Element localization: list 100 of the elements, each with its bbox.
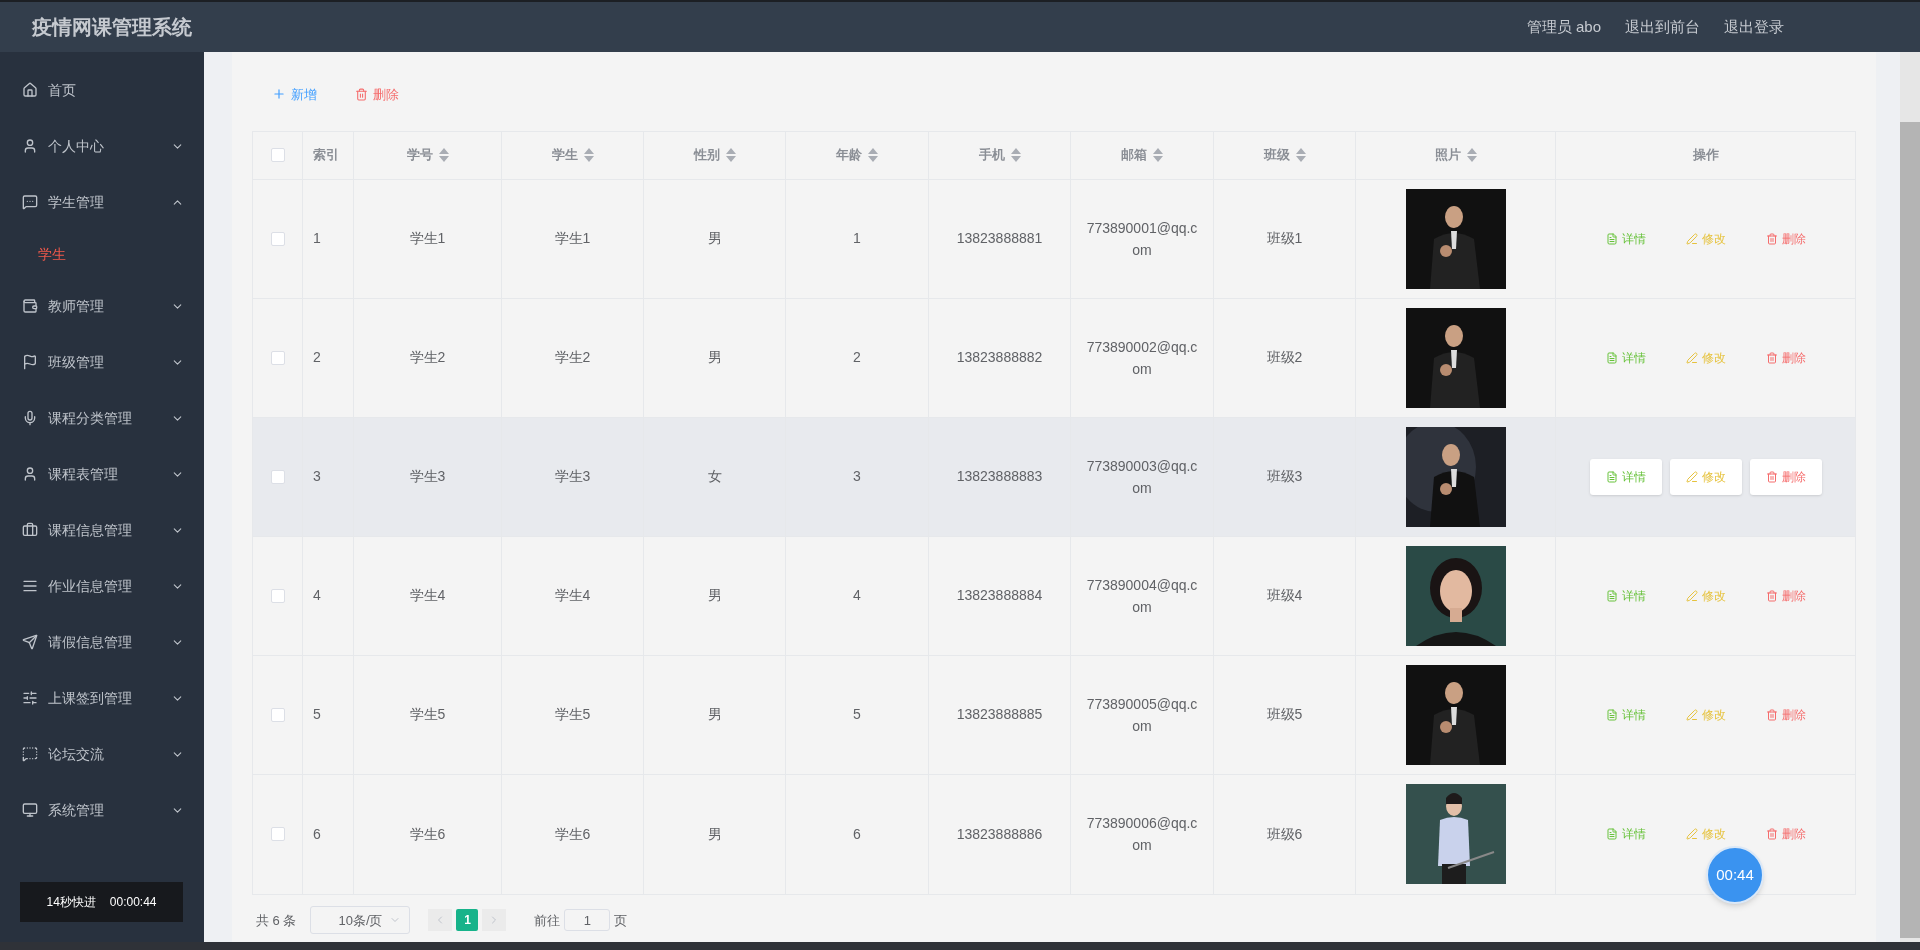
table-cell-text: 3 (313, 467, 321, 487)
trash-icon (355, 87, 368, 101)
checkbox[interactable] (270, 148, 285, 163)
menu-item[interactable]: 课程表管理 (0, 446, 204, 502)
sort-icon[interactable] (1466, 148, 1477, 163)
sort-icon[interactable] (1153, 148, 1163, 163)
trash-icon (1765, 708, 1778, 721)
menu-item[interactable]: 论坛交流 (0, 726, 204, 782)
column-header: 学生 (551, 146, 578, 165)
menu-item[interactable]: 个人中心 (0, 118, 204, 174)
pen-icon (1685, 589, 1698, 602)
checkbox[interactable] (270, 350, 285, 365)
table-cell-text: 学生4 (409, 586, 446, 606)
document-icon (1605, 828, 1618, 841)
document-icon (1605, 589, 1618, 602)
checkbox[interactable] (270, 707, 285, 722)
table-cell-text: 学生5 (554, 705, 591, 725)
trash-icon (1765, 589, 1778, 602)
menu-item[interactable]: 课程信息管理 (0, 502, 204, 558)
pen-icon (1685, 828, 1698, 841)
recorder-time: 00:00:44 (109, 894, 157, 911)
menu-item[interactable]: 系统管理 (0, 782, 204, 838)
table-row[interactable]: 5 学生5 学生5 男 5 13823888885 773890005@qq.com 班级5 详情 修改 删除 (253, 655, 1855, 775)
column-header: 索引 (313, 146, 339, 165)
table-cell-text: 5 (313, 705, 321, 725)
sliders-icon (22, 690, 38, 706)
sort-icon[interactable] (1295, 148, 1306, 163)
fast-forward-label: 14秒快进 (46, 894, 96, 911)
table-cell-text: 13823888882 (956, 348, 1043, 368)
header-link[interactable]: 退出到前台 (1625, 15, 1700, 39)
table-cell-text: 男 (707, 705, 722, 725)
table-cell-text: 2 (313, 348, 321, 368)
table-row[interactable]: 4 学生4 学生4 男 4 13823888884 773890004@qq.com 班级4 详情 修改 删除 (253, 536, 1855, 656)
wallet-icon (22, 298, 38, 314)
prev-page-button[interactable] (428, 909, 453, 932)
header-link[interactable]: 退出登录 (1724, 15, 1784, 39)
microphone-icon (22, 410, 38, 426)
column-header: 邮箱 (1121, 146, 1147, 165)
user-icon (22, 138, 38, 154)
sort-icon[interactable] (1010, 148, 1021, 163)
sort-icon[interactable] (438, 148, 449, 163)
pen-icon (1685, 351, 1698, 364)
goto-page-field[interactable]: 1 (564, 909, 611, 932)
menu-item[interactable]: 作业信息管理 (0, 558, 204, 614)
document-icon (1605, 232, 1618, 245)
monitor-icon (22, 802, 38, 818)
table-cell-text: 773890002@qq.com (1086, 337, 1198, 379)
table-cell-text: 班级2 (1266, 348, 1303, 368)
plus-icon (272, 87, 286, 102)
admin-user-link[interactable]: 管理员 abo (1526, 15, 1601, 39)
table-cell-text: 5 (853, 705, 861, 725)
table-cell-text: 学生6 (409, 824, 446, 844)
scrollbar-thumb[interactable] (1900, 122, 1920, 938)
table-cell-text: 班级3 (1266, 467, 1303, 487)
checkbox[interactable] (270, 231, 285, 246)
menu-item[interactable]: 首页 (0, 62, 204, 118)
table-cell-text: 学生2 (554, 348, 591, 368)
table-cell-text: 773890001@qq.com (1086, 218, 1198, 260)
sort-icon[interactable] (725, 148, 736, 163)
table-cell-text: 4 (313, 586, 321, 606)
table-cell-text: 773890005@qq.com (1086, 694, 1198, 736)
table-cell-text: 1 (313, 229, 321, 249)
trash-icon (1765, 232, 1778, 245)
menu-item[interactable]: 课程分类管理 (0, 390, 204, 446)
table-cell-text: 13823888883 (956, 467, 1043, 487)
send-icon (22, 634, 38, 650)
document-icon (1605, 708, 1618, 721)
total-count: 共 6 条 (256, 911, 297, 930)
table-cell-text: 6 (853, 824, 861, 844)
menu-item[interactable]: 教师管理 (0, 278, 204, 334)
checkbox[interactable] (270, 827, 285, 842)
column-header: 班级 (1263, 146, 1290, 165)
checkbox[interactable] (270, 588, 285, 603)
sort-icon[interactable] (868, 148, 878, 163)
table-cell-text: 3 (853, 467, 861, 487)
menu-item[interactable]: 学生管理 (0, 174, 204, 230)
menu-item[interactable]: 上课签到管理 (0, 670, 204, 726)
table-cell-text: 1 (853, 229, 861, 249)
table-row[interactable]: 1 学生1 学生1 男 1 13823888881 773890001@qq.com 班级1 详情 修改 删除 (253, 179, 1855, 299)
next-page-button[interactable] (482, 909, 507, 932)
table-cell-text: 男 (707, 824, 722, 844)
table-row[interactable]: 3 学生3 学生3 女 3 13823888883 773890003@qq.com 班级3 详情 修改 删除 (253, 417, 1855, 537)
flag-icon (22, 354, 38, 370)
menu-item[interactable]: 班级管理 (0, 334, 204, 390)
page-size-select[interactable]: 10条/页 (310, 906, 411, 935)
menu-item[interactable]: 请假信息管理 (0, 614, 204, 670)
table-cell-text: 13823888886 (956, 824, 1043, 844)
table-cell-text: 女 (707, 467, 722, 487)
column-header: 照片 (1434, 146, 1461, 165)
table-row[interactable]: 2 学生2 学生2 男 2 13823888882 773890002@qq.com 班级2 详情 修改 删除 (253, 298, 1855, 418)
table-cell-text: 班级1 (1266, 229, 1303, 249)
submenu-item[interactable]: 学生 (0, 230, 204, 278)
table-cell-text: 学生4 (554, 586, 591, 606)
table-cell-text: 773890003@qq.com (1086, 456, 1198, 498)
sort-icon[interactable] (583, 148, 594, 163)
checkbox[interactable] (270, 469, 285, 484)
column-header: 年龄 (836, 146, 862, 165)
table-cell-text: 班级4 (1266, 586, 1303, 606)
goto-label: 前往 (534, 911, 561, 930)
delete-button[interactable]: 删除 (1749, 458, 1822, 495)
